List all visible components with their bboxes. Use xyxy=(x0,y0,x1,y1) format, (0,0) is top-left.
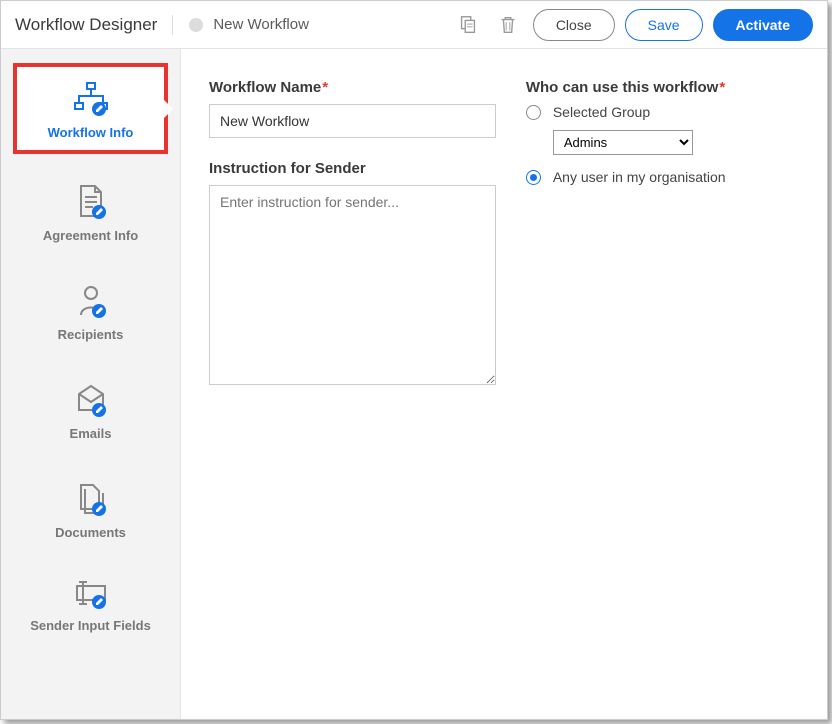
delete-icon-button[interactable] xyxy=(493,10,523,40)
app-window: Workflow Designer New Workflow Close xyxy=(0,0,828,720)
app-title: Workflow Designer xyxy=(15,15,173,35)
who-can-use-label: Who can use this workflow* xyxy=(526,79,799,96)
sidebar: Workflow Info Agreement Info xyxy=(1,49,181,719)
header-actions: Close Save Activate xyxy=(453,9,813,41)
right-column: Who can use this workflow* Selected Grou… xyxy=(526,79,799,689)
sender-input-fields-icon xyxy=(71,578,111,612)
radio-selected-group-row[interactable]: Selected Group xyxy=(526,104,799,120)
sidebar-item-emails[interactable]: Emails xyxy=(13,366,168,451)
workflow-name-label: Workflow Name* xyxy=(209,79,496,96)
left-column: Workflow Name* Instruction for Sender xyxy=(209,79,496,689)
trash-icon xyxy=(497,14,519,36)
documents-icon xyxy=(71,479,111,519)
group-select-wrap: Admins xyxy=(553,130,799,155)
who-can-use-group: Who can use this workflow* Selected Grou… xyxy=(526,79,799,185)
activate-button[interactable]: Activate xyxy=(713,9,813,41)
main-panel: Workflow Name* Instruction for Sender Wh… xyxy=(181,49,827,719)
recipients-icon xyxy=(71,281,111,321)
workflow-name-input[interactable] xyxy=(209,104,496,138)
close-button[interactable]: Close xyxy=(533,9,615,41)
sidebar-item-label: Recipients xyxy=(58,327,124,342)
radio-any-user-label: Any user in my organisation xyxy=(553,169,726,185)
sidebar-item-label: Emails xyxy=(70,426,112,441)
sidebar-item-label: Workflow Info xyxy=(48,125,134,140)
instruction-label: Instruction for Sender xyxy=(209,160,496,177)
sidebar-item-label: Sender Input Fields xyxy=(30,618,151,633)
status-indicator-icon xyxy=(189,18,203,32)
agreement-info-icon xyxy=(71,182,111,222)
sidebar-item-label: Documents xyxy=(55,525,126,540)
copy-icon-button[interactable] xyxy=(453,10,483,40)
sidebar-item-recipients[interactable]: Recipients xyxy=(13,267,168,352)
header-workflow-name: New Workflow xyxy=(213,16,452,33)
radio-any-user-row[interactable]: Any user in my organisation xyxy=(526,169,799,185)
sidebar-item-documents[interactable]: Documents xyxy=(13,465,168,550)
workflow-info-icon xyxy=(71,81,111,119)
sidebar-item-agreement-info[interactable]: Agreement Info xyxy=(13,168,168,253)
sidebar-item-label: Agreement Info xyxy=(43,228,138,243)
workflow-name-group: Workflow Name* xyxy=(209,79,496,138)
instruction-group: Instruction for Sender xyxy=(209,160,496,390)
copy-icon xyxy=(457,14,479,36)
radio-icon xyxy=(526,105,541,120)
header-bar: Workflow Designer New Workflow Close xyxy=(1,1,827,49)
save-button[interactable]: Save xyxy=(625,9,703,41)
sidebar-item-sender-input-fields[interactable]: Sender Input Fields xyxy=(13,564,168,643)
group-select[interactable]: Admins xyxy=(553,130,693,155)
radio-icon xyxy=(526,170,541,185)
instruction-textarea[interactable] xyxy=(209,185,496,385)
sidebar-item-workflow-info[interactable]: Workflow Info xyxy=(13,63,168,154)
body: Workflow Info Agreement Info xyxy=(1,49,827,719)
radio-selected-group-label: Selected Group xyxy=(553,104,650,120)
emails-icon xyxy=(71,380,111,420)
